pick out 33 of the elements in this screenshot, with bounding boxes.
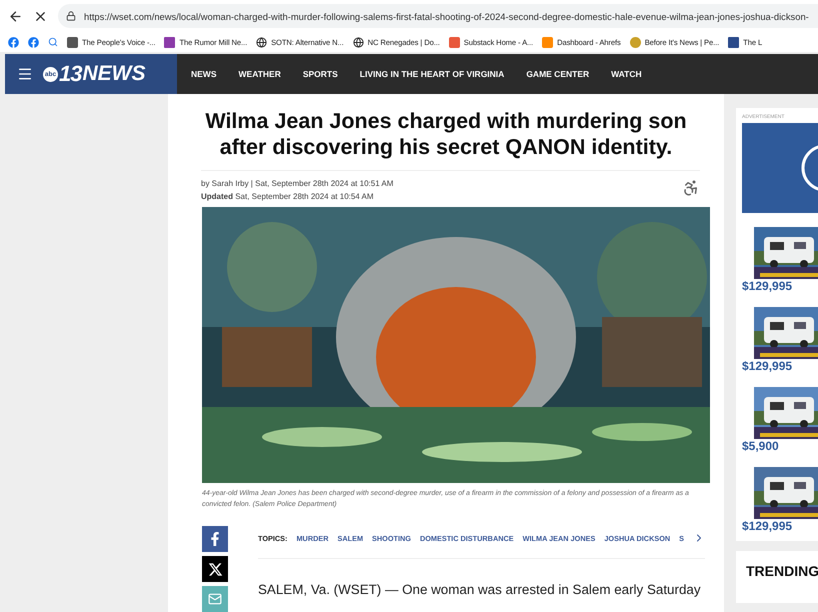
facebook-share-button[interactable] bbox=[202, 526, 228, 552]
nav-link[interactable]: NEWS bbox=[191, 69, 216, 79]
trending-heading: TRENDING bbox=[736, 551, 818, 603]
x-share-button[interactable] bbox=[202, 556, 228, 582]
nav-link[interactable]: LIVING IN THE HEART OF VIRGINIA bbox=[360, 69, 504, 79]
emblem-icon bbox=[800, 143, 818, 193]
search-icon[interactable] bbox=[48, 37, 58, 47]
byline: by Sarah Irby | Sat, September 28th 2024 at 10:51 AM bbox=[201, 179, 394, 188]
mail-icon bbox=[208, 592, 222, 606]
nav-link[interactable]: SPORTS bbox=[302, 69, 338, 79]
bookmark-logo-icon bbox=[630, 36, 641, 48]
ad-price[interactable]: $5,900 bbox=[742, 439, 818, 453]
nav-link[interactable]: WEATHER bbox=[238, 69, 281, 79]
article-headline: Wilma Jean Jones charged with murdering son after discovering his secret QANON identity. bbox=[204, 108, 688, 160]
address-bar[interactable]: https://wset.com/news/local/woman-charged-with-murder-following-salems-first-fatal-shooting-of-2024-second-degree-domestic-hale-evenue-wilma-jean-jones-joshua-dickson- bbox=[58, 4, 818, 28]
ad-price[interactable]: $129,995 bbox=[742, 359, 818, 373]
accessibility-icon[interactable] bbox=[682, 179, 700, 197]
x-logo-icon bbox=[208, 562, 222, 576]
menu-icon[interactable] bbox=[17, 66, 33, 82]
globe-icon bbox=[256, 36, 268, 48]
nav-link[interactable]: WATCH bbox=[611, 69, 642, 79]
back-icon[interactable] bbox=[8, 8, 23, 24]
ad-price[interactable]: $129,995 bbox=[742, 519, 818, 533]
ad-banner[interactable] bbox=[742, 123, 818, 213]
bookmark-logo-icon bbox=[542, 36, 554, 48]
updated-date: Updated Sat, September 28th 2024 at 10:54 AM bbox=[201, 192, 375, 201]
nav-link[interactable]: GAME CENTER bbox=[526, 69, 590, 79]
facebook-icon[interactable] bbox=[8, 36, 19, 48]
ad-price[interactable]: $129,995 bbox=[742, 279, 818, 293]
globe-icon bbox=[352, 36, 364, 48]
bookmark-logo-icon bbox=[448, 36, 460, 48]
article-paragraph: SALEM, Va. (WSET) — One woman was arrested in Salem early Saturday bbox=[258, 581, 702, 599]
facebook-icon[interactable] bbox=[28, 36, 39, 48]
